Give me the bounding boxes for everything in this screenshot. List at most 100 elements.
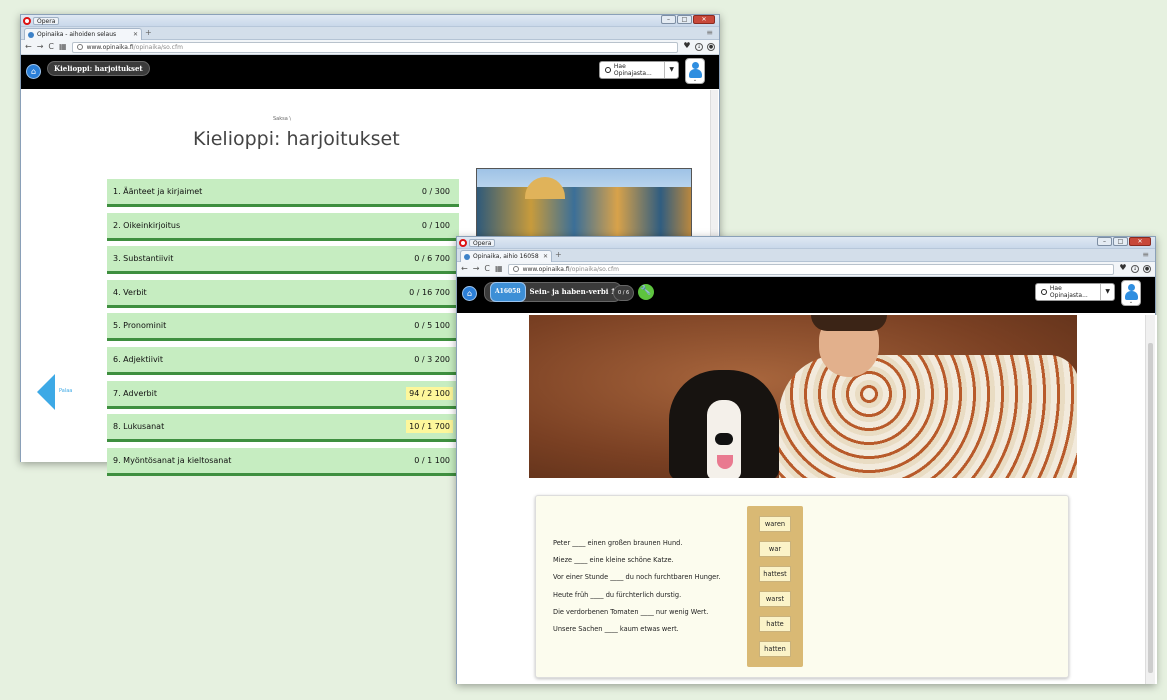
- speed-dial-icon[interactable]: ▦: [495, 265, 503, 273]
- titlebar: Opera – □ ✕: [457, 237, 1155, 249]
- reload-icon[interactable]: C: [484, 265, 490, 273]
- speed-dial-icon[interactable]: ▦: [59, 43, 67, 51]
- word-chip[interactable]: warst: [759, 591, 791, 607]
- chevron-down-icon[interactable]: ▼: [1100, 284, 1114, 300]
- account-icon[interactable]: ●: [707, 43, 715, 51]
- app-header: ⌂ A16058 Sein- ja haben-verbi 1 0 / 6 🔧 …: [457, 277, 1155, 313]
- url-field[interactable]: www.opinaika.fi/opinaika/so.cfm: [507, 263, 1114, 275]
- menu-icon[interactable]: ≡: [706, 28, 713, 37]
- word-chip[interactable]: hatten: [759, 641, 791, 657]
- globe-icon: [76, 43, 83, 50]
- chevron-down-icon[interactable]: ▼: [664, 62, 678, 78]
- tab-close-icon[interactable]: ✕: [543, 252, 548, 262]
- category-label: 9. Myöntösanat ja kieltosanat: [113, 455, 232, 465]
- category-row[interactable]: 2. Oikeinkirjoitus 0 / 100: [107, 212, 459, 241]
- sentence-item[interactable]: Heute früh ____ du fürchterlich durstig.: [553, 591, 681, 599]
- forward-arrow-icon[interactable]: →: [37, 43, 44, 51]
- category-row[interactable]: 1. Äänteet ja kirjaimet 0 / 300: [107, 179, 459, 207]
- page-title: Kielioppi: harjoitukset: [193, 128, 400, 150]
- search-placeholder: Hae Opinajasta...: [613, 63, 652, 77]
- word-chip[interactable]: hattest: [759, 566, 791, 582]
- category-count: 0 / 100: [421, 220, 450, 230]
- minimize-button[interactable]: –: [661, 15, 676, 24]
- search-box[interactable]: Hae Opinajasta... ▼: [599, 61, 679, 79]
- tab-bar: Opinaika, aihio 16058 - Se ✕ + ≡: [457, 249, 1155, 262]
- opera-logo-icon: [23, 16, 31, 25]
- category-row[interactable]: 4. Verbit 0 / 16 700: [107, 279, 459, 308]
- category-label: 2. Oikeinkirjoitus: [113, 220, 181, 230]
- home-icon[interactable]: ⌂: [462, 286, 477, 301]
- category-row[interactable]: 3. Substantiivit 0 / 6 700: [107, 246, 459, 275]
- category-row[interactable]: 5. Pronominit 0 / 5 100: [107, 313, 459, 342]
- minimize-button[interactable]: –: [1097, 237, 1112, 246]
- search-placeholder: Hae Opinajasta...: [1049, 285, 1088, 299]
- scrollbar[interactable]: [1145, 315, 1155, 684]
- heart-icon[interactable]: ♥: [683, 42, 691, 51]
- word-chip[interactable]: war: [759, 541, 791, 557]
- user-avatar[interactable]: ⌄: [685, 58, 705, 84]
- back-arrow-icon[interactable]: ←: [461, 265, 468, 273]
- search-box[interactable]: Hae Opinajasta... ▼: [1035, 283, 1115, 301]
- browser-tab[interactable]: Opinaika, aihio 16058 - Se ✕: [460, 250, 552, 262]
- exercise-panel: Peter ____ einen großen braunen Hund. Mie…: [535, 495, 1069, 678]
- menu-icon[interactable]: ≡: [1142, 250, 1149, 259]
- search-icon: [605, 67, 611, 73]
- category-count: 0 / 3 200: [414, 355, 450, 364]
- account-icon[interactable]: ●: [1143, 265, 1151, 273]
- close-button[interactable]: ✕: [693, 15, 715, 24]
- dog-nose: [715, 433, 733, 445]
- close-button[interactable]: ✕: [1129, 237, 1151, 246]
- category-count: 0 / 300: [421, 187, 450, 196]
- settings-button[interactable]: 🔧: [638, 284, 654, 300]
- wrench-icon: 🔧: [640, 286, 652, 296]
- maximize-button[interactable]: □: [677, 15, 692, 24]
- url-path: /opinaika/so.cfm: [569, 265, 619, 273]
- category-row[interactable]: 7. Adverbit 94 / 2 100: [107, 380, 459, 409]
- opera-menu-button[interactable]: Opera: [23, 15, 60, 26]
- tab-close-icon[interactable]: ✕: [133, 30, 138, 40]
- category-label: 4. Verbit: [113, 287, 147, 297]
- tab-title: Opinaika, aihio 16058 - Se: [473, 252, 540, 260]
- heart-icon[interactable]: ♥: [1119, 264, 1127, 273]
- category-row[interactable]: 6. Adjektiivit 0 / 3 200: [107, 347, 459, 375]
- sentence-item[interactable]: Peter ____ einen großen braunen Hund.: [553, 539, 682, 547]
- category-count: 94 / 2 100: [406, 386, 453, 400]
- sentence-item[interactable]: Die verdorbenen Tomaten ____ nur wenig W…: [553, 608, 708, 616]
- browser-tab[interactable]: Opinaika - aihoiden selaus ✕: [24, 28, 142, 40]
- back-button[interactable]: Palaa: [37, 374, 72, 410]
- opera-label: Opera: [469, 238, 496, 247]
- man-shirt: [779, 355, 1077, 478]
- new-tab-icon[interactable]: +: [555, 250, 562, 259]
- user-avatar[interactable]: ⌄: [1121, 280, 1141, 306]
- word-chip[interactable]: hatte: [759, 616, 791, 632]
- avatar-head: [1128, 284, 1135, 291]
- opera-label: Opera: [33, 16, 60, 25]
- favicon-icon: [464, 253, 470, 260]
- url-field[interactable]: www.opinaika.fi/opinaika/so.cfm: [71, 41, 678, 53]
- search-icon: [1041, 289, 1047, 295]
- sentence-item[interactable]: Mieze ____ eine kleine schöne Katze.: [553, 556, 674, 564]
- category-count: 0 / 6 700: [414, 254, 450, 264]
- avatar-chevron-icon: ⌄: [692, 77, 698, 83]
- category-row[interactable]: 8. Lukusanat 10 / 1 700: [107, 414, 459, 443]
- building-image: [476, 168, 692, 240]
- download-icon[interactable]: ↓: [695, 43, 703, 51]
- home-icon[interactable]: ⌂: [26, 64, 41, 79]
- category-label: 6. Adjektiivit: [113, 355, 164, 364]
- sentence-item[interactable]: Vor einer Stunde ____ du noch furchtbare…: [553, 573, 720, 581]
- exercise-title-pill[interactable]: A16058 Sein- ja haben-verbi 1: [484, 282, 622, 302]
- maximize-button[interactable]: □: [1113, 237, 1128, 246]
- category-row[interactable]: 9. Myöntösanat ja kieltosanat 0 / 1 100: [107, 447, 459, 476]
- breadcrumb[interactable]: Saksa \: [273, 116, 291, 122]
- header-title-pill[interactable]: Kielioppi: harjoitukset: [47, 61, 150, 76]
- back-arrow-icon[interactable]: ←: [25, 43, 32, 51]
- reload-icon[interactable]: C: [48, 43, 54, 51]
- word-chip[interactable]: waren: [759, 516, 791, 532]
- scrollbar-thumb[interactable]: [1148, 343, 1153, 673]
- new-tab-icon[interactable]: +: [145, 28, 152, 37]
- opera-menu-button[interactable]: Opera: [459, 237, 496, 248]
- download-icon[interactable]: ↓: [1131, 265, 1139, 273]
- sentence-item[interactable]: Unsere Sachen ____ kaum etwas wert.: [553, 625, 679, 633]
- url-host: www.opinaika.fi: [86, 43, 134, 51]
- forward-arrow-icon[interactable]: →: [473, 265, 480, 273]
